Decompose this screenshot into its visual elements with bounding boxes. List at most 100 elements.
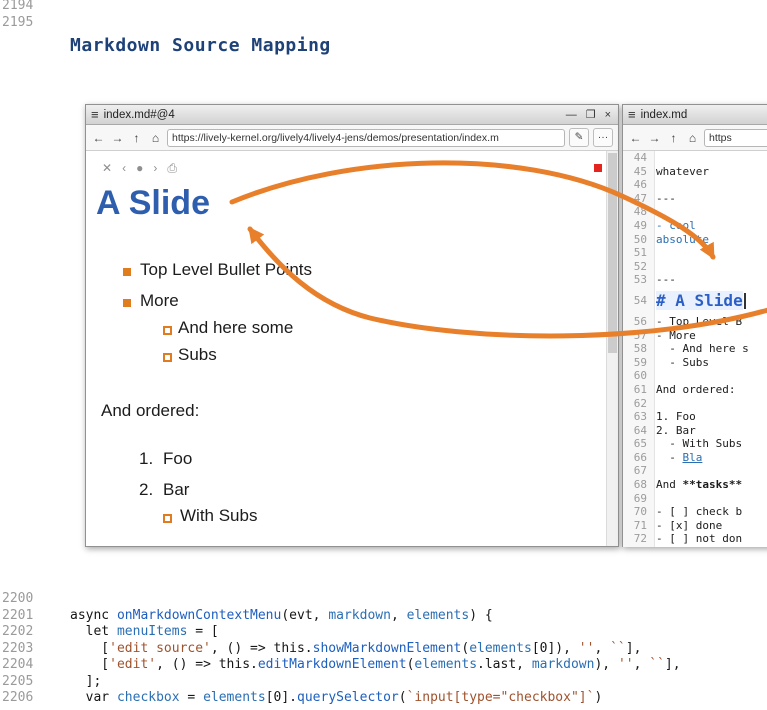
bullet-square-icon <box>123 299 131 307</box>
editor-line[interactable]: 49- cool <box>623 219 767 233</box>
up-icon[interactable]: ↑ <box>129 131 144 145</box>
close-presentation-icon[interactable]: ✕ <box>102 161 112 176</box>
line-text: - Bla <box>656 451 702 465</box>
editor-line[interactable]: 68And **tasks** <box>623 478 767 492</box>
record-indicator <box>594 164 602 172</box>
scrollbar[interactable] <box>606 151 618 546</box>
editor-line[interactable]: 52 <box>623 260 767 274</box>
code-editor[interactable]: 22002201async onMarkdownContextMenu(evt,… <box>2 591 767 707</box>
scrollbar-thumb[interactable] <box>608 153 617 353</box>
forward-icon[interactable]: → <box>110 131 125 145</box>
line-number: 46 <box>623 178 656 192</box>
line-text: var checkbox = elements[0].querySelector… <box>70 690 602 707</box>
line-text: 2. Bar <box>656 424 696 438</box>
line-number: 2205 <box>2 674 36 691</box>
menu-icon[interactable]: ≡ <box>91 107 99 122</box>
home-icon[interactable]: ⌂ <box>148 131 163 145</box>
line-text: ['edit', () => this.editMarkdownElement(… <box>70 657 681 674</box>
editor-line[interactable]: 46 <box>623 178 767 192</box>
editor-line[interactable]: 53--- <box>623 273 767 287</box>
sub-bullet-item: And here some <box>178 318 293 338</box>
line-number: 63 <box>623 410 656 424</box>
editor-line[interactable]: 72- [ ] not don <box>623 532 767 546</box>
home-icon[interactable]: ⌂ <box>685 131 700 145</box>
source-editor[interactable]: 4445whatever4647---4849- cool50absolute5… <box>623 151 767 547</box>
line-number: 62 <box>623 397 656 411</box>
code-line[interactable]: 2203 ['edit source', () => this.showMark… <box>2 641 767 658</box>
editor-line[interactable]: 48 <box>623 205 767 219</box>
editor-line[interactable]: 44 <box>623 151 767 165</box>
next-slide-icon[interactable]: › <box>153 161 157 176</box>
forward-icon[interactable]: → <box>647 131 662 145</box>
editor-line[interactable]: 631. Foo <box>623 410 767 424</box>
page-title: Markdown Source Mapping <box>70 35 331 56</box>
slide-dot-icon[interactable]: ● <box>136 161 143 176</box>
code-line[interactable]: 2205 ]; <box>2 674 767 691</box>
url-input[interactable]: https://lively-kernel.org/lively4/lively… <box>167 129 565 147</box>
editor-line[interactable]: 66 - Bla <box>623 451 767 465</box>
ordered-item: Foo <box>163 449 192 469</box>
code-line[interactable]: 2204 ['edit', () => this.editMarkdownEle… <box>2 657 767 674</box>
edit-pencil-icon[interactable]: ✎ <box>569 128 589 147</box>
line-number: 71 <box>623 519 656 533</box>
line-number: 2204 <box>2 657 36 674</box>
editor-line[interactable]: 51 <box>623 246 767 260</box>
editor-line[interactable]: 69 <box>623 492 767 506</box>
editor-line[interactable]: 71- [x] done <box>623 519 767 533</box>
line-number: 58 <box>623 342 656 356</box>
editor-line[interactable]: 45whatever <box>623 165 767 179</box>
line-number: 61 <box>623 383 656 397</box>
line-text: - Subs <box>656 356 709 370</box>
editor-line[interactable]: 47--- <box>623 192 767 206</box>
line-number: 2203 <box>2 641 36 658</box>
editor-line[interactable]: 65 - With Subs <box>623 437 767 451</box>
code-line[interactable]: 2202 let menuItems = [ <box>2 624 767 641</box>
menu-icon[interactable]: ≡ <box>628 107 636 122</box>
gutter-line[interactable]: 2194 <box>2 0 70 15</box>
minimize-icon[interactable]: — <box>564 109 579 121</box>
editor-line[interactable]: 61And ordered: <box>623 383 767 397</box>
ordered-item: Bar <box>163 480 189 500</box>
editor-line[interactable]: 50absolute <box>623 233 767 247</box>
editor-line[interactable]: 60 <box>623 369 767 383</box>
editor-line[interactable]: 67 <box>623 464 767 478</box>
editor-line[interactable]: 56- Top Level B <box>623 315 767 329</box>
editor-line[interactable]: 57- More <box>623 329 767 343</box>
line-text: - With Subs <box>656 437 742 451</box>
source-editor-lines: 4445whatever4647---4849- cool50absolute5… <box>623 151 767 546</box>
more-options-icon[interactable]: ··· <box>593 128 613 147</box>
line-number: 59 <box>623 356 656 370</box>
editor-line[interactable]: 642. Bar <box>623 424 767 438</box>
window-titlebar[interactable]: ≡ index.md#@4 — ❐ × <box>86 105 618 125</box>
line-number: 72 <box>623 532 656 546</box>
editor-line[interactable]: 59 - Subs <box>623 356 767 370</box>
ordered-number: 2. <box>139 480 153 500</box>
url-input[interactable]: https <box>704 129 767 147</box>
line-number: 49 <box>623 219 656 233</box>
window-titlebar[interactable]: ≡ index.md <box>623 105 767 125</box>
editor-line[interactable]: 58 - And here s <box>623 342 767 356</box>
code-line[interactable]: 2201async onMarkdownContextMenu(evt, mar… <box>2 608 767 625</box>
print-icon[interactable]: ⎙ <box>167 161 177 176</box>
close-icon[interactable]: × <box>603 109 613 121</box>
editor-line[interactable]: 62 <box>623 397 767 411</box>
code-line[interactable]: 2200 <box>2 591 767 608</box>
up-icon[interactable]: ↑ <box>666 131 681 145</box>
maximize-icon[interactable]: ❐ <box>584 108 598 121</box>
line-number: 45 <box>623 165 656 179</box>
navigation-bar: ← → ↑ ⌂ https://lively-kernel.org/lively… <box>86 125 618 151</box>
line-text: - [ ] check b <box>656 505 742 519</box>
slide-content[interactable]: ✕ ‹ ● › ⎙ A Slide Top Level Bullet Point… <box>86 151 618 546</box>
editor-line[interactable]: 54# A Slide <box>623 287 767 315</box>
line-text: - cool <box>656 219 696 233</box>
gutter-line[interactable]: 2195 <box>2 15 70 32</box>
code-line[interactable]: 2206 var checkbox = elements[0].querySel… <box>2 690 767 707</box>
line-number: 69 <box>623 492 656 506</box>
line-text: - Top Level B <box>656 315 742 329</box>
bullet-item: More <box>140 291 179 311</box>
ordered-number: 1. <box>139 449 153 469</box>
prev-slide-icon[interactable]: ‹ <box>122 161 126 176</box>
back-icon[interactable]: ← <box>628 131 643 145</box>
back-icon[interactable]: ← <box>91 131 106 145</box>
editor-line[interactable]: 70- [ ] check b <box>623 505 767 519</box>
